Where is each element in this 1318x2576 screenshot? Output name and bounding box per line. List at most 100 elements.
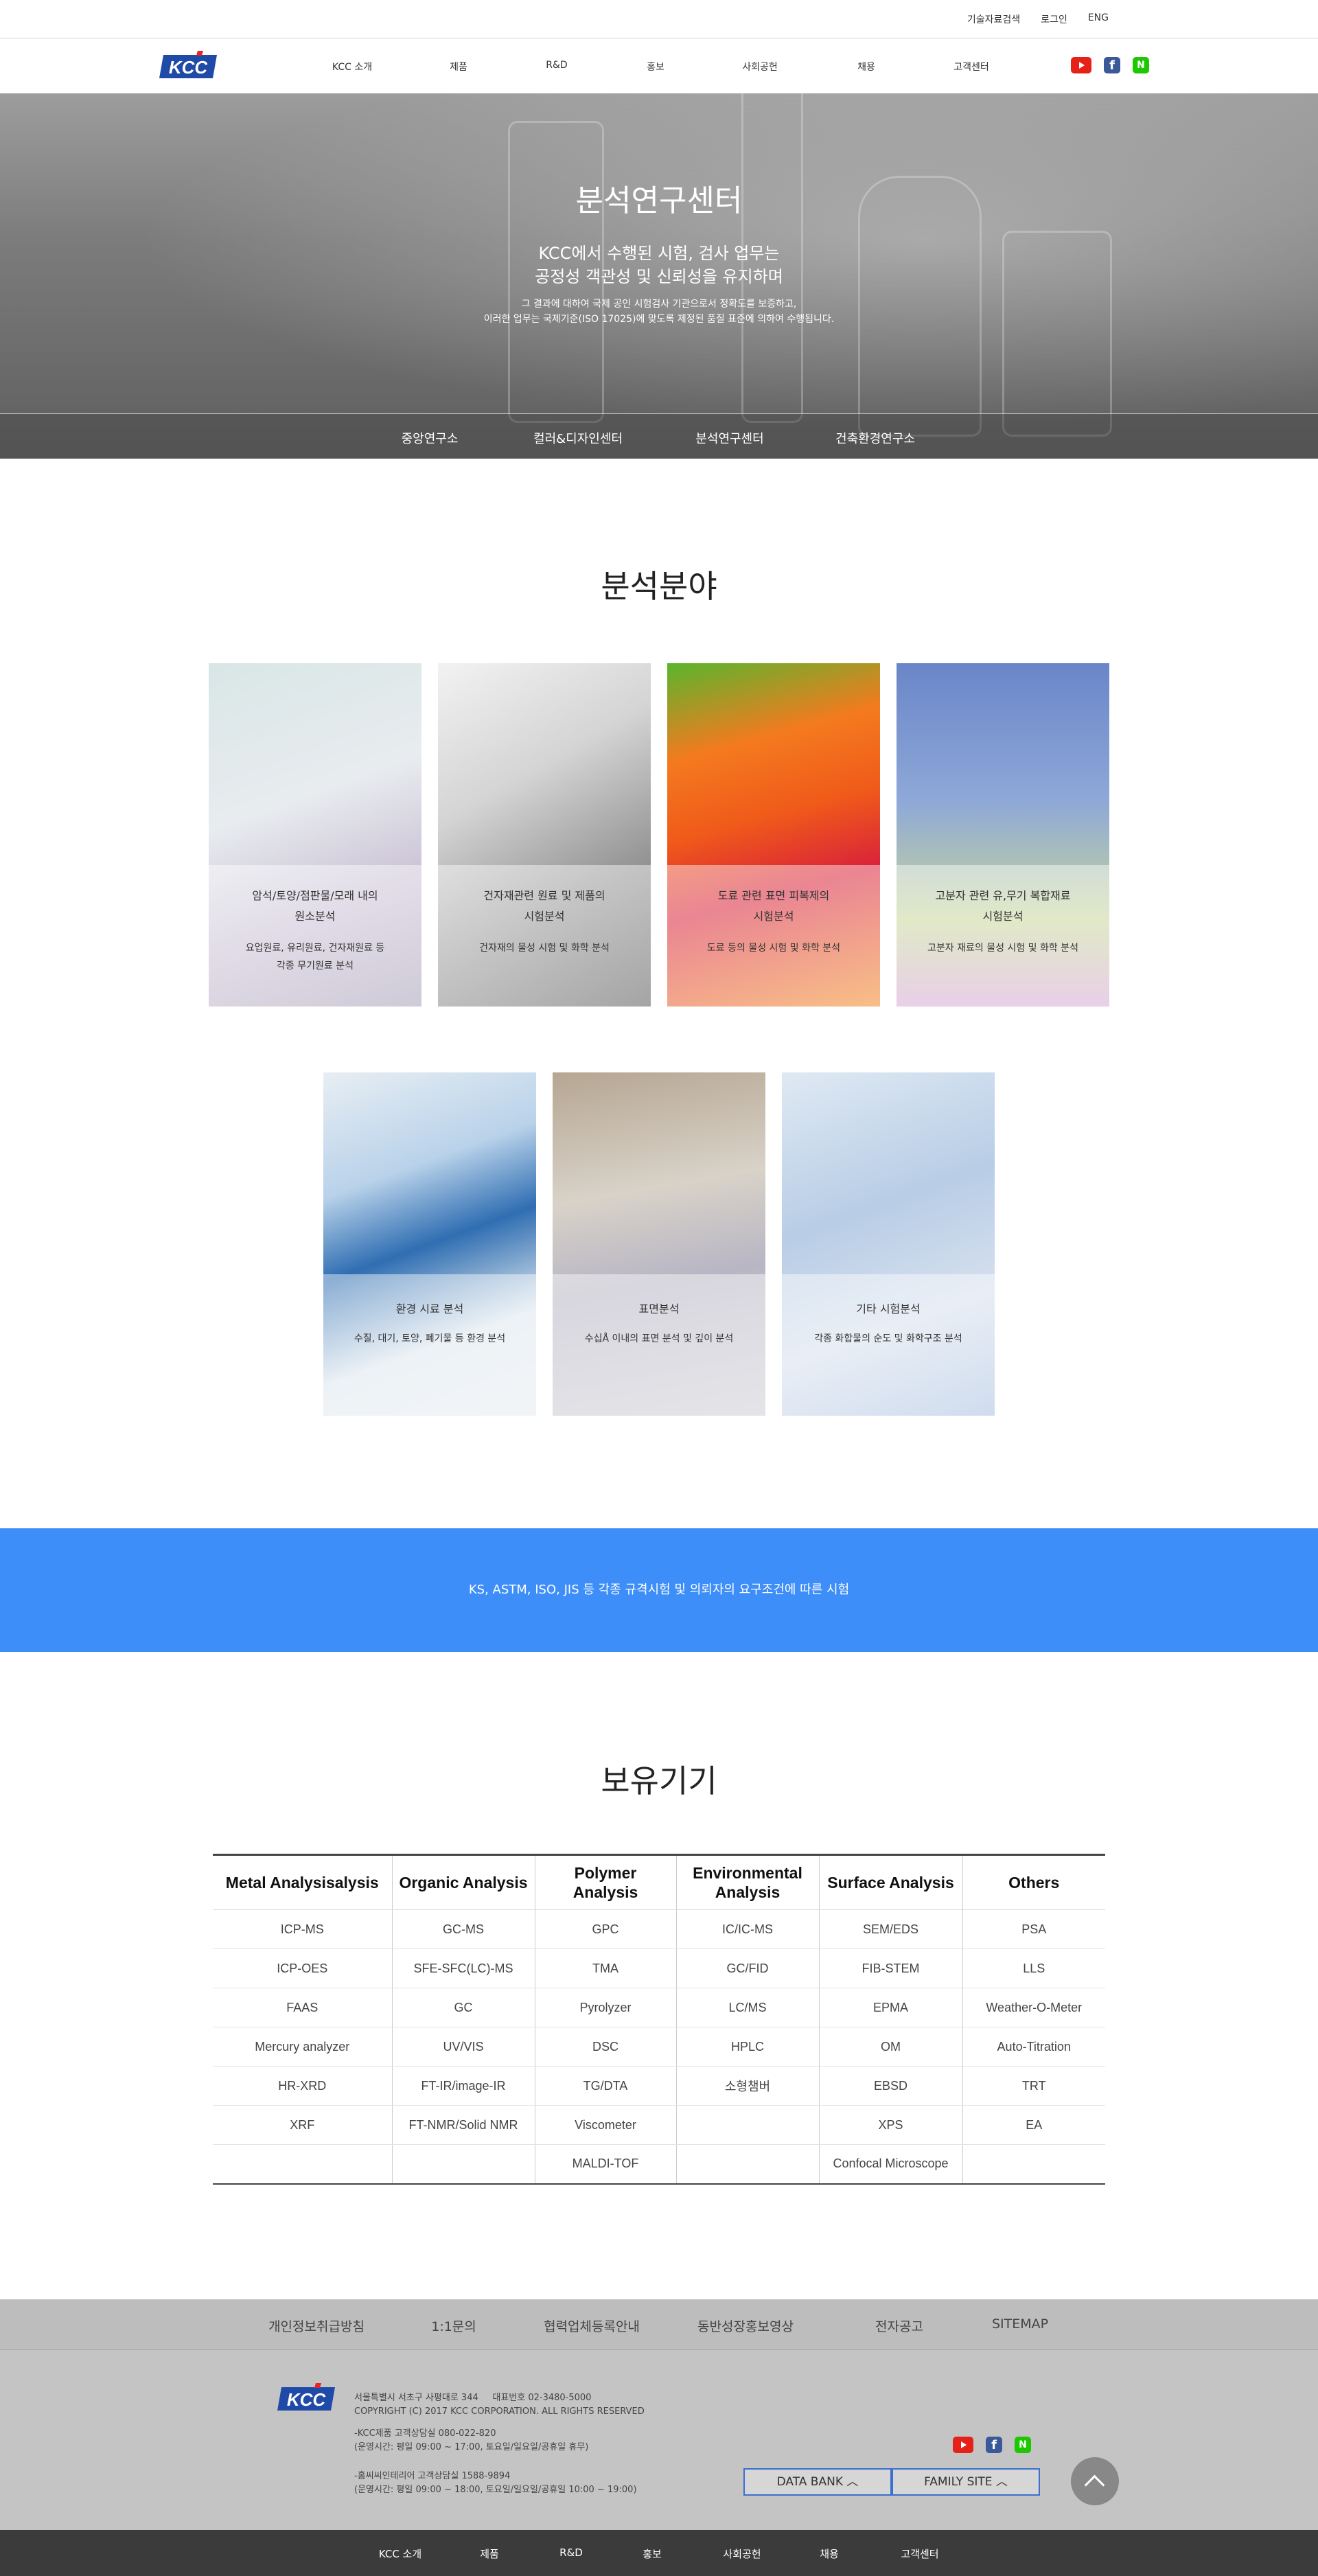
equipment-section-title: 보유기기 — [601, 1762, 717, 1799]
table-cell: EBSD — [819, 2066, 963, 2106]
footer-nav-social-contribution[interactable]: 사회공헌 — [723, 2546, 761, 2561]
footer-video-link[interactable]: 동반성장홍보영상 — [697, 2316, 794, 2335]
table-row: HR-XRD FT-IR/image-IR TG/DTA 소형챔버 EBSD T… — [213, 2066, 1105, 2106]
footer-inquiry-link[interactable]: 1:1문의 — [431, 2316, 476, 2335]
card-desc-line: 고분자 재료의 물성 시험 및 화학 분석 — [927, 943, 1078, 954]
column-header: Surface Analysis — [819, 1854, 963, 1910]
table-cell: FT-NMR/Solid NMR — [392, 2105, 535, 2145]
table-cell: PSA — [962, 1909, 1105, 1949]
nav-rnd[interactable]: R&D — [546, 60, 567, 71]
card-desc-line: 각종 화합물의 순도 및 화학구조 분석 — [814, 1333, 962, 1344]
table-cell: SFE-SFC(LC)-MS — [392, 1948, 535, 1988]
table-cell — [676, 2105, 820, 2145]
footer-nav-products[interactable]: 제품 — [480, 2546, 499, 2561]
card-title: 고분자 관련 유,무기 복합재료 시험분석 — [903, 886, 1102, 927]
table-cell: UV/VIS — [392, 2027, 535, 2067]
hero-subtitle-line: 공정성 객관성 및 신뢰성을 유지하며 — [535, 267, 783, 286]
footer-bottom-nav: KCC 소개 제품 R&D 홍보 사회공헌 채용 고객센터 — [0, 2530, 1318, 2576]
card-title: 암석/토양/점판물/모래 내의 원소분석 — [216, 886, 415, 927]
card-desc-line: 수질, 대기, 토양, 폐기물 등 환경 분석 — [354, 1333, 506, 1344]
card-title-line: 시험분석 — [753, 910, 794, 923]
tab-analysis-center[interactable]: 분석연구센터 — [695, 429, 763, 447]
analysis-card-coating[interactable]: 도료 관련 표면 피복제의 시험분석 도료 등의 물성 시험 및 화학 분석 — [667, 663, 880, 1007]
tab-central-research[interactable]: 중앙연구소 — [402, 429, 459, 447]
table-cell: EPMA — [819, 1988, 963, 2027]
nav-products[interactable]: 제품 — [450, 60, 467, 73]
nav-pr[interactable]: 홍보 — [647, 60, 664, 73]
card-title: 표면분석 — [559, 1299, 759, 1320]
footer-nav-rnd[interactable]: R&D — [559, 2546, 583, 2559]
table-cell: FAAS — [213, 1988, 393, 2027]
youtube-icon[interactable] — [953, 2437, 973, 2453]
table-cell — [213, 2144, 393, 2184]
column-header: Polymer Analysis — [535, 1854, 677, 1910]
analysis-card-other[interactable]: 기타 시험분석 각종 화합물의 순도 및 화학구조 분석 — [782, 1072, 995, 1416]
tab-color-design[interactable]: 컬러&디자인센터 — [533, 429, 623, 447]
table-cell: Auto-Titration — [962, 2027, 1105, 2067]
table-cell: ICP-OES — [213, 1948, 393, 1988]
card-title-line: 고분자 관련 유,무기 복합재료 — [935, 889, 1071, 902]
table-row: XRF FT-NMR/Solid NMR Viscometer XPS EA — [213, 2105, 1105, 2145]
card-desc: 도료 등의 물성 시험 및 화학 분석 — [674, 939, 873, 957]
table-cell: XPS — [819, 2105, 963, 2145]
table-cell: TMA — [535, 1948, 677, 1988]
analysis-card-polymer[interactable]: 고분자 관련 유,무기 복합재료 시험분석 고분자 재료의 물성 시험 및 화학 … — [897, 663, 1109, 1007]
footer-address: 서울특별시 서초구 사평대로 344 대표번호 02-3480-5000 — [354, 2393, 592, 2403]
nav-recruit[interactable]: 채용 — [857, 60, 875, 73]
facebook-icon[interactable]: f — [986, 2437, 1002, 2453]
table-cell: TG/DTA — [535, 2066, 677, 2106]
nav-social-contribution[interactable]: 사회공헌 — [742, 60, 778, 73]
card-title: 도료 관련 표면 피복제의 시험분석 — [674, 886, 873, 927]
table-cell: Mercury analyzer — [213, 2027, 393, 2067]
footer-sitemap-link[interactable]: SITEMAP — [992, 2316, 1048, 2332]
footer-notice-link[interactable]: 전자공고 — [875, 2316, 923, 2335]
hero-subtitle: KCC에서 수행된 시험, 검사 업무는 공정성 객관성 및 신뢰성을 유지하며 — [0, 242, 1318, 288]
table-cell — [962, 2144, 1105, 2184]
nav-customer-center[interactable]: 고객센터 — [953, 60, 989, 73]
banner-text: KS, ASTM, ISO, JIS 등 각종 규격시험 및 의뢰자의 요구조건… — [468, 1583, 850, 1597]
naver-icon[interactable]: N — [1133, 57, 1149, 73]
analysis-card-building-material[interactable]: 건자재관련 원료 및 제품의 시험분석 건자재의 물성 시험 및 화학 분석 — [438, 663, 651, 1007]
login-link[interactable]: 로그인 — [1041, 12, 1067, 26]
card-title: 기타 시험분석 — [789, 1299, 988, 1320]
footer-nav-customer-center[interactable]: 고객센터 — [901, 2546, 938, 2561]
tech-search-link[interactable]: 기술자료검색 — [967, 12, 1020, 26]
youtube-icon[interactable] — [1071, 57, 1091, 73]
standards-banner: KS, ASTM, ISO, JIS 등 각종 규격시험 및 의뢰자의 요구조건… — [0, 1528, 1318, 1652]
table-cell: FIB-STEM — [819, 1948, 963, 1988]
table-cell: LLS — [962, 1948, 1105, 1988]
scroll-top-button[interactable] — [1071, 2457, 1119, 2505]
table-cell: HR-XRD — [213, 2066, 393, 2106]
table-cell: GPC — [535, 1909, 677, 1949]
card-desc: 수십Å 이내의 표면 분석 및 깊이 분석 — [559, 1330, 759, 1348]
footer-privacy-link[interactable]: 개인정보취급방침 — [268, 2316, 365, 2335]
eng-link[interactable]: ENG — [1088, 12, 1109, 26]
family-site-dropdown[interactable]: FAMILY SITE ︿ — [892, 2468, 1040, 2496]
facebook-icon[interactable]: f — [1104, 57, 1120, 73]
hero-subtitle-line: KCC에서 수행된 시험, 검사 업무는 — [538, 244, 780, 263]
footer-cs-line: (운영시간: 평일 09:00 ~ 18:00, 토요일/일요일/공휴일 10:… — [354, 2485, 637, 2495]
footer-company-info: 서울특별시 서초구 사평대로 344 대표번호 02-3480-5000 COP… — [354, 2391, 645, 2419]
nav-kcc-intro[interactable]: KCC 소개 — [332, 60, 372, 73]
naver-icon[interactable]: N — [1015, 2437, 1031, 2453]
card-title-line: 기타 시험분석 — [856, 1302, 921, 1315]
footer-cs-homecc: -홈씨씨인테리어 고객상담실 1588-9894 (운영시간: 평일 09:00… — [354, 2470, 637, 2497]
footer-main: KCC 서울특별시 서초구 사평대로 344 대표번호 02-3480-5000… — [0, 2350, 1318, 2530]
table-row: ICP-OES SFE-SFC(LC)-MS TMA GC/FID FIB-ST… — [213, 1948, 1105, 1988]
data-bank-dropdown[interactable]: DATA BANK ︿ — [743, 2468, 892, 2496]
sub-nav: 중앙연구소 컬러&디자인센터 분석연구센터 건축환경연구소 — [0, 413, 1318, 459]
tab-building-environment[interactable]: 건축환경연구소 — [835, 429, 915, 447]
analysis-card-surface[interactable]: 표면분석 수십Å 이내의 표면 분석 및 깊이 분석 — [553, 1072, 765, 1416]
table-header-row: Metal Analysisalysis Organic Analysis Po… — [213, 1854, 1105, 1910]
footer-cs-line: (운영시간: 평일 09:00 ~ 17:00, 토요일/일요일/공휴일 휴무) — [354, 2442, 589, 2452]
footer-partner-link[interactable]: 협력업체등록안내 — [544, 2316, 640, 2335]
analysis-card-environment[interactable]: 환경 시료 분석 수질, 대기, 토양, 폐기물 등 환경 분석 — [323, 1072, 536, 1416]
equipment-table: Metal Analysisalysis Organic Analysis Po… — [213, 1854, 1105, 2185]
footer-nav-recruit[interactable]: 채용 — [820, 2546, 839, 2561]
analysis-card-mineral[interactable]: 암석/토양/점판물/모래 내의 원소분석 요업원료, 유리원료, 건자재원료 등각… — [209, 663, 421, 1007]
card-title-line: 시험분석 — [524, 910, 565, 923]
table-cell: GC/FID — [676, 1948, 820, 1988]
analysis-section-title: 분석분야 — [601, 568, 717, 605]
footer-nav-pr[interactable]: 홍보 — [643, 2546, 662, 2561]
footer-nav-kcc-intro[interactable]: KCC 소개 — [379, 2546, 421, 2561]
